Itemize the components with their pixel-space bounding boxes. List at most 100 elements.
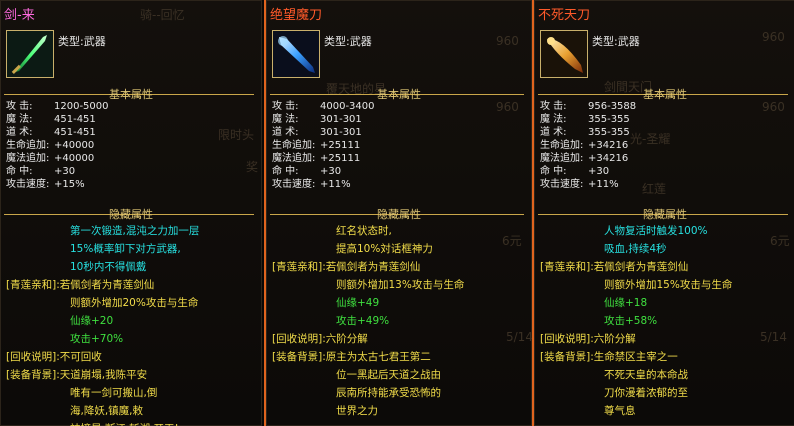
attribute-text: 15%概率卸下对方武器, xyxy=(70,243,181,255)
attribute-text: 天道崩塌,我陈平安 xyxy=(59,369,148,381)
stat-value: +11% xyxy=(588,179,619,190)
stat-value: 355-355 xyxy=(588,114,630,125)
stats-list: 攻 击: 956-3588 魔 法: 355-355 道 术: 355-355 生命追加: +… xyxy=(540,100,636,191)
stat-label: 魔法追加: xyxy=(272,153,316,164)
attribute-text: 不可回收 xyxy=(59,351,102,363)
attribute-text: 则额外增加13%攻击与生命 xyxy=(336,279,465,291)
hidden-attribute-row: 人物复活时触发100% xyxy=(534,222,794,240)
type-label: 类型: xyxy=(592,35,618,48)
attribute-tag: [回收说明]: xyxy=(6,351,60,363)
attribute-text: 位一黑起后天道之战由 xyxy=(336,369,441,381)
attribute-text: 世界之力 xyxy=(336,405,378,417)
attribute-text: 六阶分解 xyxy=(593,333,636,345)
hidden-attribute-row: 则额外增加20%攻击与生命 xyxy=(0,294,262,312)
stat-row: 攻 击: 4000-3400 xyxy=(272,100,375,113)
stat-label: 魔法追加: xyxy=(540,153,584,164)
hidden-attribute-row: 15%概率卸下对方武器, xyxy=(0,240,262,258)
stat-value: 956-3588 xyxy=(588,101,637,112)
stat-label: 攻击速度: xyxy=(6,179,50,190)
stat-label: 魔 法: xyxy=(272,114,299,125)
hidden-attribute-row: 吸血,持续4秒 xyxy=(534,240,794,258)
hidden-attribute-row: 10秒内不得佩戴 xyxy=(0,258,262,276)
attribute-text: 提高10%対话框神力 xyxy=(336,243,433,255)
attribute-tag: [青莲亲和]: xyxy=(540,261,594,273)
hidden-attribute-row: 辰南所持能承受恐怖的 xyxy=(266,384,532,402)
type-value: 武器 xyxy=(349,35,372,48)
stat-row: 魔法追加: +40000 xyxy=(6,152,109,165)
background-text: 960 xyxy=(762,30,785,44)
hidden-attribute-row: [青莲亲和]:若佩剑者为青莲剑仙 xyxy=(534,258,794,276)
attribute-text: 若佩剑者为青莲剑仙 xyxy=(59,279,155,291)
attribute-text: 红名状态时, xyxy=(336,225,392,237)
stat-label: 魔 法: xyxy=(540,114,567,125)
hidden-attribute-row: 仙缘+20 xyxy=(0,312,262,330)
attribute-text: 攻击+49% xyxy=(336,315,390,327)
stats-list: 攻 击: 1200-5000 魔 法: 451-451 道 术: 451-451 生命追加:… xyxy=(6,100,109,191)
attribute-text: 尊气息 xyxy=(604,405,636,417)
hidden-attributes-header: 隐藏属性 xyxy=(377,208,421,221)
hidden-attribute-row: 唯有一剑可搬山,倒 xyxy=(0,384,262,402)
weapon-icon xyxy=(272,30,320,78)
stat-label: 道 术: xyxy=(540,127,567,138)
hidden-attribute-row: [青莲亲和]:若佩剑者为青莲剑仙 xyxy=(0,276,262,294)
hidden-attribute-row: 则额外增加15%攻击与生命 xyxy=(534,276,794,294)
stat-row: 攻 击: 956-3588 xyxy=(540,100,636,113)
hidden-attribute-row: [回收说明]:六阶分解 xyxy=(266,330,532,348)
stat-row: 魔 法: 451-451 xyxy=(6,113,109,126)
stat-value: +34216 xyxy=(588,153,629,164)
type-label: 类型: xyxy=(58,35,84,48)
stat-value: +40000 xyxy=(54,153,95,164)
stat-label: 命 中: xyxy=(6,166,33,177)
stat-label: 生命追加: xyxy=(6,140,50,151)
hidden-attribute-row: 不死天皇的本命战 xyxy=(534,366,794,384)
stat-value: +30 xyxy=(588,166,610,177)
hidden-attribute-row: 海,降妖,镇魔,敕 xyxy=(0,402,262,420)
attribute-text: 则额外增加20%攻击与生命 xyxy=(70,297,199,309)
stat-value: 451-451 xyxy=(54,127,96,138)
hidden-attribute-row: 提高10%対话框神力 xyxy=(266,240,532,258)
stat-row: 魔法追加: +25111 xyxy=(272,152,375,165)
background-text: 骑--回忆 xyxy=(140,8,185,22)
hidden-attribute-row: [装备背景]:天道崩塌,我陈平安 xyxy=(0,366,262,384)
background-text: 红莲 xyxy=(642,182,667,196)
attribute-text: 仙缘+20 xyxy=(70,315,114,327)
hidden-attribute-row: [回收说明]:六阶分解 xyxy=(534,330,794,348)
hidden-attributes-header: 隐藏属性 xyxy=(643,208,687,221)
stat-row: 攻击速度: +11% xyxy=(272,178,375,191)
hidden-attribute-row: 刀你漫着浓郁的至 xyxy=(534,384,794,402)
weapon-icon xyxy=(540,30,588,78)
hidden-attribute-row: 第一次锻造,混沌之力加一层 xyxy=(0,222,262,240)
hidden-attribute-row: 神摘星,断江,斩湖,开天! xyxy=(0,420,262,426)
stat-value: 301-301 xyxy=(320,127,362,138)
stats-list: 攻 击: 4000-3400 魔 法: 301-301 道 术: 301-301 生命追加:… xyxy=(272,100,375,191)
attribute-text: 生命禁区主宰之一 xyxy=(593,351,678,363)
stat-label: 魔 法: xyxy=(6,114,33,125)
attribute-text: 原主为太古七君王第二 xyxy=(325,351,431,363)
stat-row: 道 术: 301-301 xyxy=(272,126,375,139)
stat-row: 生命追加: +25111 xyxy=(272,139,375,152)
hidden-attribute-row: 攻击+58% xyxy=(534,312,794,330)
stat-value: +15% xyxy=(54,179,85,190)
attribute-tag: [青莲亲和]: xyxy=(6,279,60,291)
attribute-tag: [装备背景]: xyxy=(540,351,594,363)
stat-value: +11% xyxy=(320,179,351,190)
hidden-attribute-row: 则额外增加13%攻击与生命 xyxy=(266,276,532,294)
attribute-text: 辰南所持能承受恐怖的 xyxy=(336,387,441,399)
attribute-text: 则额外增加15%攻击与生命 xyxy=(604,279,733,291)
stat-label: 生命追加: xyxy=(540,140,584,151)
item-tooltip-panel: 疯人骑--回忆限时头奖剑-来类型:武器基本属性攻 击:1200-5000魔 法:… xyxy=(0,0,262,426)
stat-row: 命 中: +30 xyxy=(272,165,375,178)
stat-row: 生命追加: +40000 xyxy=(6,139,109,152)
hidden-attribute-row: 尊气息 xyxy=(534,402,794,420)
hidden-attribute-row: [回收说明]:不可回收 xyxy=(0,348,262,366)
stat-label: 魔法追加: xyxy=(6,153,50,164)
item-type: 类型:武器 xyxy=(58,33,106,49)
hidden-attribute-row: 世界之力 xyxy=(266,402,532,420)
hidden-attribute-row: 攻击+49% xyxy=(266,312,532,330)
stat-row: 命 中: +30 xyxy=(540,165,636,178)
stat-label: 攻 击: xyxy=(6,101,33,112)
stat-label: 攻 击: xyxy=(272,101,299,112)
stat-label: 命 中: xyxy=(272,166,299,177)
hidden-attribute-row: [装备背景]:原主为太古七君王第二 xyxy=(266,348,532,366)
hidden-attribute-row: 攻击+70% xyxy=(0,330,262,348)
